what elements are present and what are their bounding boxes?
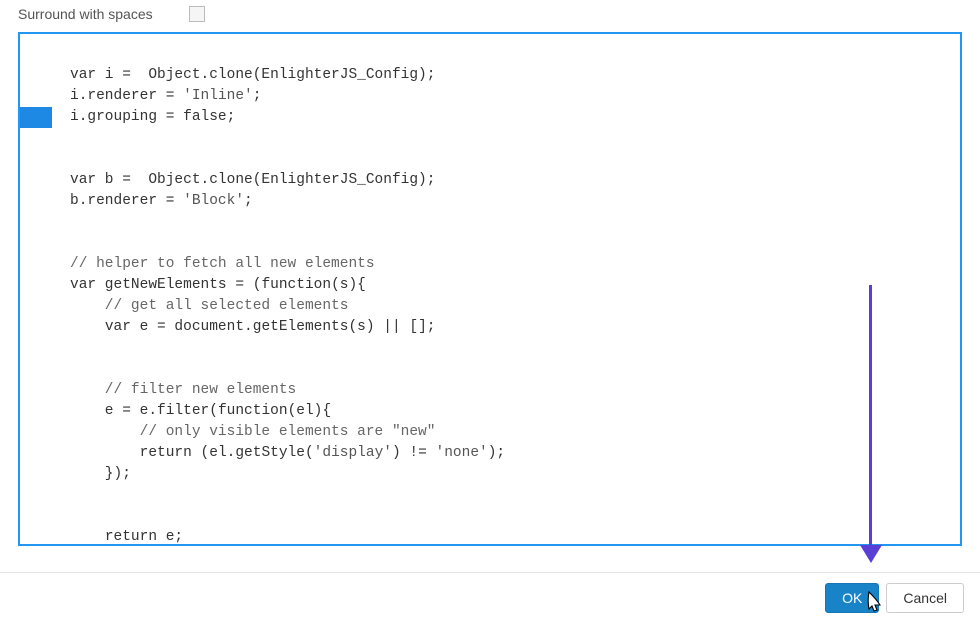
code-line <box>38 485 960 506</box>
code-line: // filter new elements <box>38 380 296 401</box>
code-line-selected: i.grouping = false; <box>38 107 235 128</box>
code-line <box>38 212 960 233</box>
option-row: Surround with spaces <box>0 0 980 32</box>
code-line: e = e.filter(function(el){ <box>38 401 331 422</box>
code-line: var i = Object.clone(EnlighterJS_Config)… <box>38 65 435 86</box>
code-line: i.renderer = 'Inline'; <box>38 86 261 107</box>
code-line: return e; <box>38 527 183 546</box>
code-line: }); <box>38 464 131 485</box>
cancel-button[interactable]: Cancel <box>886 583 964 613</box>
code-line <box>38 338 960 359</box>
code-line: var e = document.getElements(s) || []; <box>38 317 435 338</box>
selection-marker <box>20 107 52 128</box>
code-line: // get all selected elements <box>38 296 348 317</box>
button-bar: OK Cancel <box>0 572 980 623</box>
code-line: return (el.getStyle('display') != 'none'… <box>38 443 505 464</box>
code-line: // only visible elements are "new" <box>38 422 435 443</box>
option-label: Surround with spaces <box>18 6 153 22</box>
code-line: var b = Object.clone(EnlighterJS_Config)… <box>38 170 435 191</box>
code-line <box>38 128 960 149</box>
code-line: // helper to fetch all new elements <box>38 254 375 275</box>
code-line: var getNewElements = (function(s){ <box>38 275 366 296</box>
surround-spaces-checkbox[interactable] <box>189 6 205 22</box>
ok-button[interactable]: OK <box>825 583 879 613</box>
code-line: b.renderer = 'Block'; <box>38 191 253 212</box>
code-editor[interactable]: var i = Object.clone(EnlighterJS_Config)… <box>18 32 962 546</box>
